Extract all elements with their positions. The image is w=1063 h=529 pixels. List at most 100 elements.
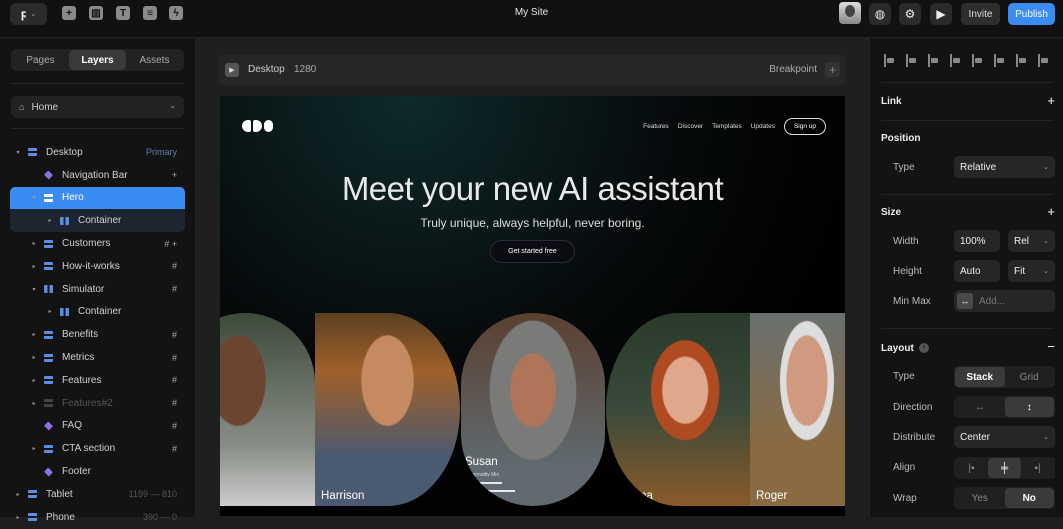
layer-row[interactable]: Navigation Bar +	[10, 164, 185, 187]
align-center-v-icon[interactable]	[972, 54, 985, 67]
layer-row[interactable]: Footer	[10, 460, 185, 483]
expand-closed-icon[interactable]: ▸	[30, 377, 38, 384]
expand-closed-icon[interactable]: ▸	[30, 354, 38, 361]
layer-actions[interactable]: #	[172, 261, 177, 271]
nav-link-features[interactable]: Features	[643, 123, 669, 130]
align-center-h-icon[interactable]	[906, 54, 919, 67]
layout-type-stack[interactable]: Stack	[955, 367, 1005, 387]
tab-layers[interactable]: Layers	[69, 50, 126, 70]
layer-row[interactable]: ▸ Container	[10, 301, 185, 324]
minmax-input[interactable]: ↔ Add...	[954, 290, 1055, 312]
canvas[interactable]: ▶ Desktop 1280 Breakpoint + Features Dis…	[197, 38, 868, 517]
distribute-v-icon[interactable]	[1038, 54, 1051, 67]
layer-actions[interactable]: +	[172, 170, 177, 180]
align-left-icon[interactable]	[884, 54, 897, 67]
add-size-button[interactable]: +	[1047, 204, 1055, 219]
width-input[interactable]: 100%	[954, 230, 1000, 252]
add-breakpoint-button[interactable]: +	[825, 62, 840, 77]
nav-link-discover[interactable]: Discover	[678, 123, 703, 130]
expand-closed-icon[interactable]: ▸	[30, 263, 38, 270]
distribute-h-icon[interactable]	[1016, 54, 1029, 67]
nav-link-updates[interactable]: Updates	[751, 123, 775, 130]
expand-closed-icon[interactable]: ▸	[46, 217, 54, 224]
site-title[interactable]: My Site	[515, 7, 548, 18]
person-card[interactable]: Roger	[750, 313, 845, 506]
person-card[interactable]: Gemma	[606, 313, 750, 506]
wrap-yes[interactable]: Yes	[955, 488, 1005, 508]
layer-row[interactable]: ▸ Container	[10, 209, 185, 233]
interactions-icon[interactable]: ϟ	[169, 6, 183, 20]
cms-icon[interactable]: ≡	[143, 6, 157, 20]
expand-closed-icon[interactable]: ▸	[30, 445, 38, 452]
align-start-icon[interactable]: |▪	[955, 458, 988, 478]
layer-row[interactable]: ▸ Metrics #	[10, 346, 185, 369]
direction-vertical-icon[interactable]: ↕	[1004, 397, 1054, 417]
expand-closed-icon[interactable]: ▸	[46, 308, 54, 315]
expand-open-icon[interactable]: ▾	[30, 194, 38, 201]
get-started-button[interactable]: Get started free	[490, 240, 575, 263]
layer-row[interactable]: ▸ Customers # +	[10, 232, 185, 255]
layer-actions[interactable]: #	[172, 398, 177, 408]
expand-open-icon[interactable]: ▾	[30, 286, 38, 293]
expand-closed-icon[interactable]: ▸	[30, 400, 38, 407]
layer-row[interactable]: ▸ How-it-works #	[10, 255, 185, 278]
add-link-button[interactable]: +	[1047, 93, 1055, 108]
position-type-select[interactable]: Relative ⌄	[954, 156, 1055, 178]
info-icon[interactable]: i	[919, 343, 929, 353]
distribute-select[interactable]: Center ⌄	[954, 426, 1055, 448]
globe-icon[interactable]: ◍	[869, 3, 891, 25]
expand-closed-icon[interactable]: ▸	[30, 240, 38, 247]
height-unit-select[interactable]: Fit ⌄	[1008, 260, 1055, 282]
publish-button[interactable]: Publish	[1008, 3, 1055, 25]
expand-closed-icon[interactable]: ▸	[30, 331, 38, 338]
layer-actions[interactable]: #	[172, 421, 177, 431]
layer-row[interactable]: ▸ CTA section #	[10, 437, 185, 460]
align-bottom-icon[interactable]	[994, 54, 1007, 67]
tab-assets[interactable]: Assets	[126, 50, 183, 70]
height-input[interactable]: Auto	[954, 260, 1000, 282]
layer-row[interactable]: ▾ Simulator #	[10, 278, 185, 301]
invite-button[interactable]: Invite	[961, 3, 1000, 25]
align-end-icon[interactable]: ▪|	[1021, 458, 1054, 478]
layer-actions[interactable]: #	[172, 353, 177, 363]
page-select[interactable]: ⌂ Home ⌄	[11, 96, 184, 118]
layout-type-grid[interactable]: Grid	[1005, 367, 1055, 387]
layer-row[interactable]: ▾ Desktop Primary	[10, 141, 185, 164]
align-right-icon[interactable]	[928, 54, 941, 67]
play-icon[interactable]: ▶	[930, 3, 952, 25]
layer-actions[interactable]: # +	[164, 239, 177, 249]
layer-row[interactable]: ▸ Features #	[10, 369, 185, 392]
layout-icon[interactable]: ▥	[89, 6, 103, 20]
person-card[interactable]: Harrison	[315, 313, 460, 506]
site-frame[interactable]: Features Discover Templates Updates Sign…	[220, 96, 845, 516]
app-menu-button[interactable]: ϝ ⌄	[10, 3, 47, 25]
layer-row[interactable]: ▸ Benefits #	[10, 323, 185, 346]
expand-closed-icon[interactable]: ▸	[14, 491, 22, 498]
gear-icon[interactable]: ⚙	[899, 3, 921, 25]
width-unit-select[interactable]: Rel ⌄	[1008, 230, 1055, 252]
insert-icon[interactable]: +	[62, 6, 76, 20]
layer-actions[interactable]: #	[172, 444, 177, 454]
collapse-layout-button[interactable]: −	[1047, 339, 1055, 354]
align-center-icon[interactable]: ╪	[988, 458, 1021, 478]
avatar[interactable]	[839, 2, 861, 24]
layer-row[interactable]: ▾ Hero	[10, 186, 185, 210]
person-card[interactable]	[220, 313, 315, 506]
layer-row[interactable]: ▸ Phone 390 — 0	[10, 506, 185, 529]
preview-play-icon[interactable]: ▶	[225, 63, 239, 77]
tab-pages[interactable]: Pages	[12, 50, 69, 70]
site-logo[interactable]	[242, 120, 273, 132]
layer-row[interactable]: FAQ #	[10, 415, 185, 438]
layer-actions[interactable]: #	[172, 330, 177, 340]
text-icon[interactable]: T	[116, 6, 130, 20]
layer-row[interactable]: ▸ Tablet 1199 — 810	[10, 483, 185, 506]
direction-horizontal-icon[interactable]: ↔	[955, 397, 1005, 417]
layer-row[interactable]: ▸ Features#2 #	[10, 392, 185, 415]
layer-actions[interactable]: #	[172, 284, 177, 294]
layer-actions[interactable]: #	[172, 375, 177, 385]
expand-open-icon[interactable]: ▾	[14, 149, 22, 156]
nav-link-templates[interactable]: Templates	[712, 123, 742, 130]
breakpoint-name[interactable]: Desktop	[248, 64, 285, 75]
align-top-icon[interactable]	[950, 54, 963, 67]
signup-button[interactable]: Sign up	[783, 118, 826, 135]
